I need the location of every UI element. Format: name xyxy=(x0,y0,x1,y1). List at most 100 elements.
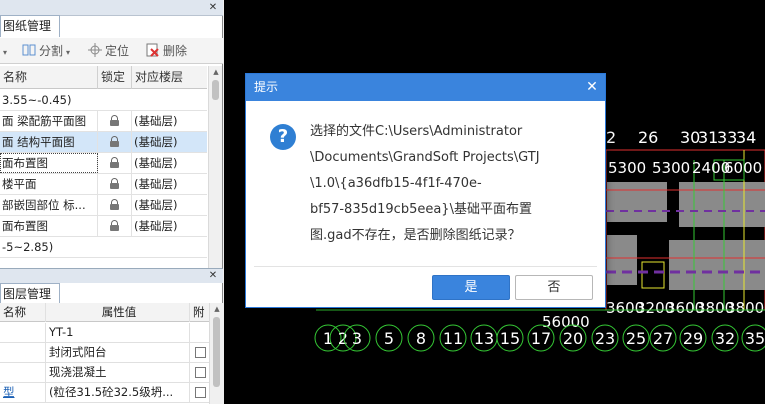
prop-extra xyxy=(190,383,210,402)
column-lock[interactable]: 锁定 xyxy=(98,66,132,89)
table-row[interactable]: 面布置图 (基础层) xyxy=(0,153,207,174)
table-row[interactable]: 现浇混凝土 xyxy=(0,363,210,383)
plan-fill xyxy=(679,182,765,227)
split-label: 分割 xyxy=(39,44,64,58)
locate-button[interactable]: 定位 xyxy=(88,43,129,59)
no-button[interactable]: 否 xyxy=(515,275,593,300)
table-row[interactable]: 型 (粒径31.5砼32.5级坍... xyxy=(0,383,210,403)
column-extra[interactable]: 附 xyxy=(190,303,210,322)
svg-text:23: 23 xyxy=(595,329,615,348)
toolbar-dropdown-caret[interactable]: ▾ xyxy=(0,43,7,59)
scroll-up-icon[interactable]: ▲ xyxy=(210,303,224,315)
group-row[interactable]: -5~2.85) xyxy=(0,237,207,258)
column-name[interactable]: 名称 xyxy=(0,303,46,322)
lock-icon xyxy=(110,178,119,189)
axis-label: 31 xyxy=(698,128,718,147)
row-floor: (基础层) xyxy=(134,114,178,128)
axis-bubble: 13 xyxy=(470,324,498,352)
prop-value[interactable]: 现浇混凝土 xyxy=(46,363,190,382)
axis-bubble: 35 xyxy=(741,324,765,352)
lock-cell[interactable] xyxy=(98,195,132,215)
close-icon[interactable]: ✕ xyxy=(207,270,219,282)
row-floor: (基础层) xyxy=(134,219,178,233)
column-floor[interactable]: 对应楼层 xyxy=(132,66,207,89)
lock-cell[interactable] xyxy=(98,153,132,173)
prop-name[interactable]: 型 xyxy=(0,383,46,402)
table-row[interactable]: YT-1 xyxy=(0,323,210,343)
prop-name xyxy=(0,323,46,342)
row-name: 面 梁配筋平面图 xyxy=(0,111,98,131)
table-row[interactable]: 楼平面 (基础层) xyxy=(0,174,207,195)
top-axis-labels: 2 26 30 31 33 34 xyxy=(606,128,756,147)
group-row[interactable]: 3.55~-0.45) xyxy=(0,90,207,111)
axis-bubble: 29 xyxy=(679,324,707,352)
axis-bubble: 11 xyxy=(439,324,467,352)
attach-checkbox[interactable] xyxy=(195,347,206,358)
svg-text:8: 8 xyxy=(416,329,426,348)
svg-text:29: 29 xyxy=(683,329,703,348)
plan-fill xyxy=(607,235,637,285)
close-icon[interactable]: ✕ xyxy=(207,2,219,14)
column-value[interactable]: 属性值 xyxy=(46,303,190,322)
axis-label: 2 xyxy=(606,128,616,147)
question-icon: ? xyxy=(270,124,296,150)
axis-label: 33 xyxy=(717,128,737,147)
tab-drawing-management[interactable]: 图纸管理 xyxy=(0,15,61,37)
dialog-title: 提示 xyxy=(254,80,279,94)
lock-icon xyxy=(110,157,119,168)
lock-cell[interactable] xyxy=(98,111,132,131)
prop-value[interactable]: YT-1 xyxy=(46,323,190,342)
scroll-up-icon[interactable]: ▲ xyxy=(209,66,223,78)
svg-text:11: 11 xyxy=(443,329,463,348)
close-icon[interactable]: ✕ xyxy=(585,80,599,94)
row-name: 面 结构平面图 xyxy=(0,132,98,152)
tab-layer-management[interactable]: 图层管理 xyxy=(0,283,61,305)
split-icon xyxy=(22,44,36,56)
axis-bubble: 23 xyxy=(591,324,619,352)
plan-void xyxy=(641,261,665,289)
svg-text:35: 35 xyxy=(745,329,765,348)
prop-value[interactable]: 封闭式阳台 xyxy=(46,343,190,362)
axis-bubble: 32 xyxy=(711,324,739,352)
axis-bubble: 27 xyxy=(649,324,677,352)
table-row-selected[interactable]: 面 结构平面图 (基础层) xyxy=(0,132,207,153)
table-row[interactable]: 面布置图 (基础层) xyxy=(0,216,207,237)
plan-fill xyxy=(607,182,667,222)
lock-cell[interactable] xyxy=(98,132,132,152)
table-row[interactable]: 封闭式阳台 xyxy=(0,343,210,363)
panel-tabbar: ✕ xyxy=(0,0,223,16)
lock-cell[interactable] xyxy=(98,174,132,194)
axis-bubble: 8 xyxy=(407,324,435,352)
dialog-title-bar: 提示 xyxy=(246,74,605,101)
lock-icon xyxy=(110,220,119,231)
table-row[interactable]: 部嵌固部位 标... (基础层) xyxy=(0,195,207,216)
axis-label: 34 xyxy=(736,128,756,147)
svg-text:3: 3 xyxy=(352,329,362,348)
drawing-toolbar: ▾ 分割 ▾ 定位 删除 xyxy=(0,38,223,64)
dialog-message: 选择的文件C:\Users\Administrator \Documents\G… xyxy=(310,119,590,249)
delete-button[interactable]: 删除 xyxy=(146,43,187,59)
property-grid-header: 名称 属性值 附 xyxy=(0,303,210,322)
yes-button[interactable]: 是 xyxy=(432,275,510,300)
column-name[interactable]: 名称 xyxy=(0,66,98,89)
table-row[interactable]: 面 梁配筋平面图 (基础层) xyxy=(0,111,207,132)
drawing-grid-header: 名称 锁定 对应楼层 xyxy=(0,66,207,89)
message-line: \1.0\{a36dfb15-4f1f-470e- xyxy=(310,176,482,191)
property-scrollbar[interactable]: ▲ xyxy=(209,303,223,404)
delete-label: 删除 xyxy=(163,44,188,58)
split-button[interactable]: 分割 ▾ xyxy=(22,43,70,59)
attach-checkbox[interactable] xyxy=(195,367,206,378)
scroll-thumb[interactable] xyxy=(212,80,219,100)
drawing-scrollbar[interactable]: ▲ xyxy=(208,66,222,268)
scroll-thumb[interactable] xyxy=(213,317,220,387)
locate-icon xyxy=(88,43,102,57)
row-name: 楼平面 xyxy=(0,174,98,194)
svg-text:13: 13 xyxy=(474,329,494,348)
prompt-dialog: 提示 ✕ ? 选择的文件C:\Users\Administrator \Docu… xyxy=(245,73,606,308)
lock-cell[interactable] xyxy=(98,216,132,236)
dim-label: 6000 xyxy=(724,159,762,177)
prop-value[interactable]: (粒径31.5砼32.5级坍... xyxy=(46,383,190,402)
row-floor: (基础层) xyxy=(134,135,178,149)
attach-checkbox[interactable] xyxy=(195,387,206,398)
plan-fill xyxy=(669,240,765,290)
